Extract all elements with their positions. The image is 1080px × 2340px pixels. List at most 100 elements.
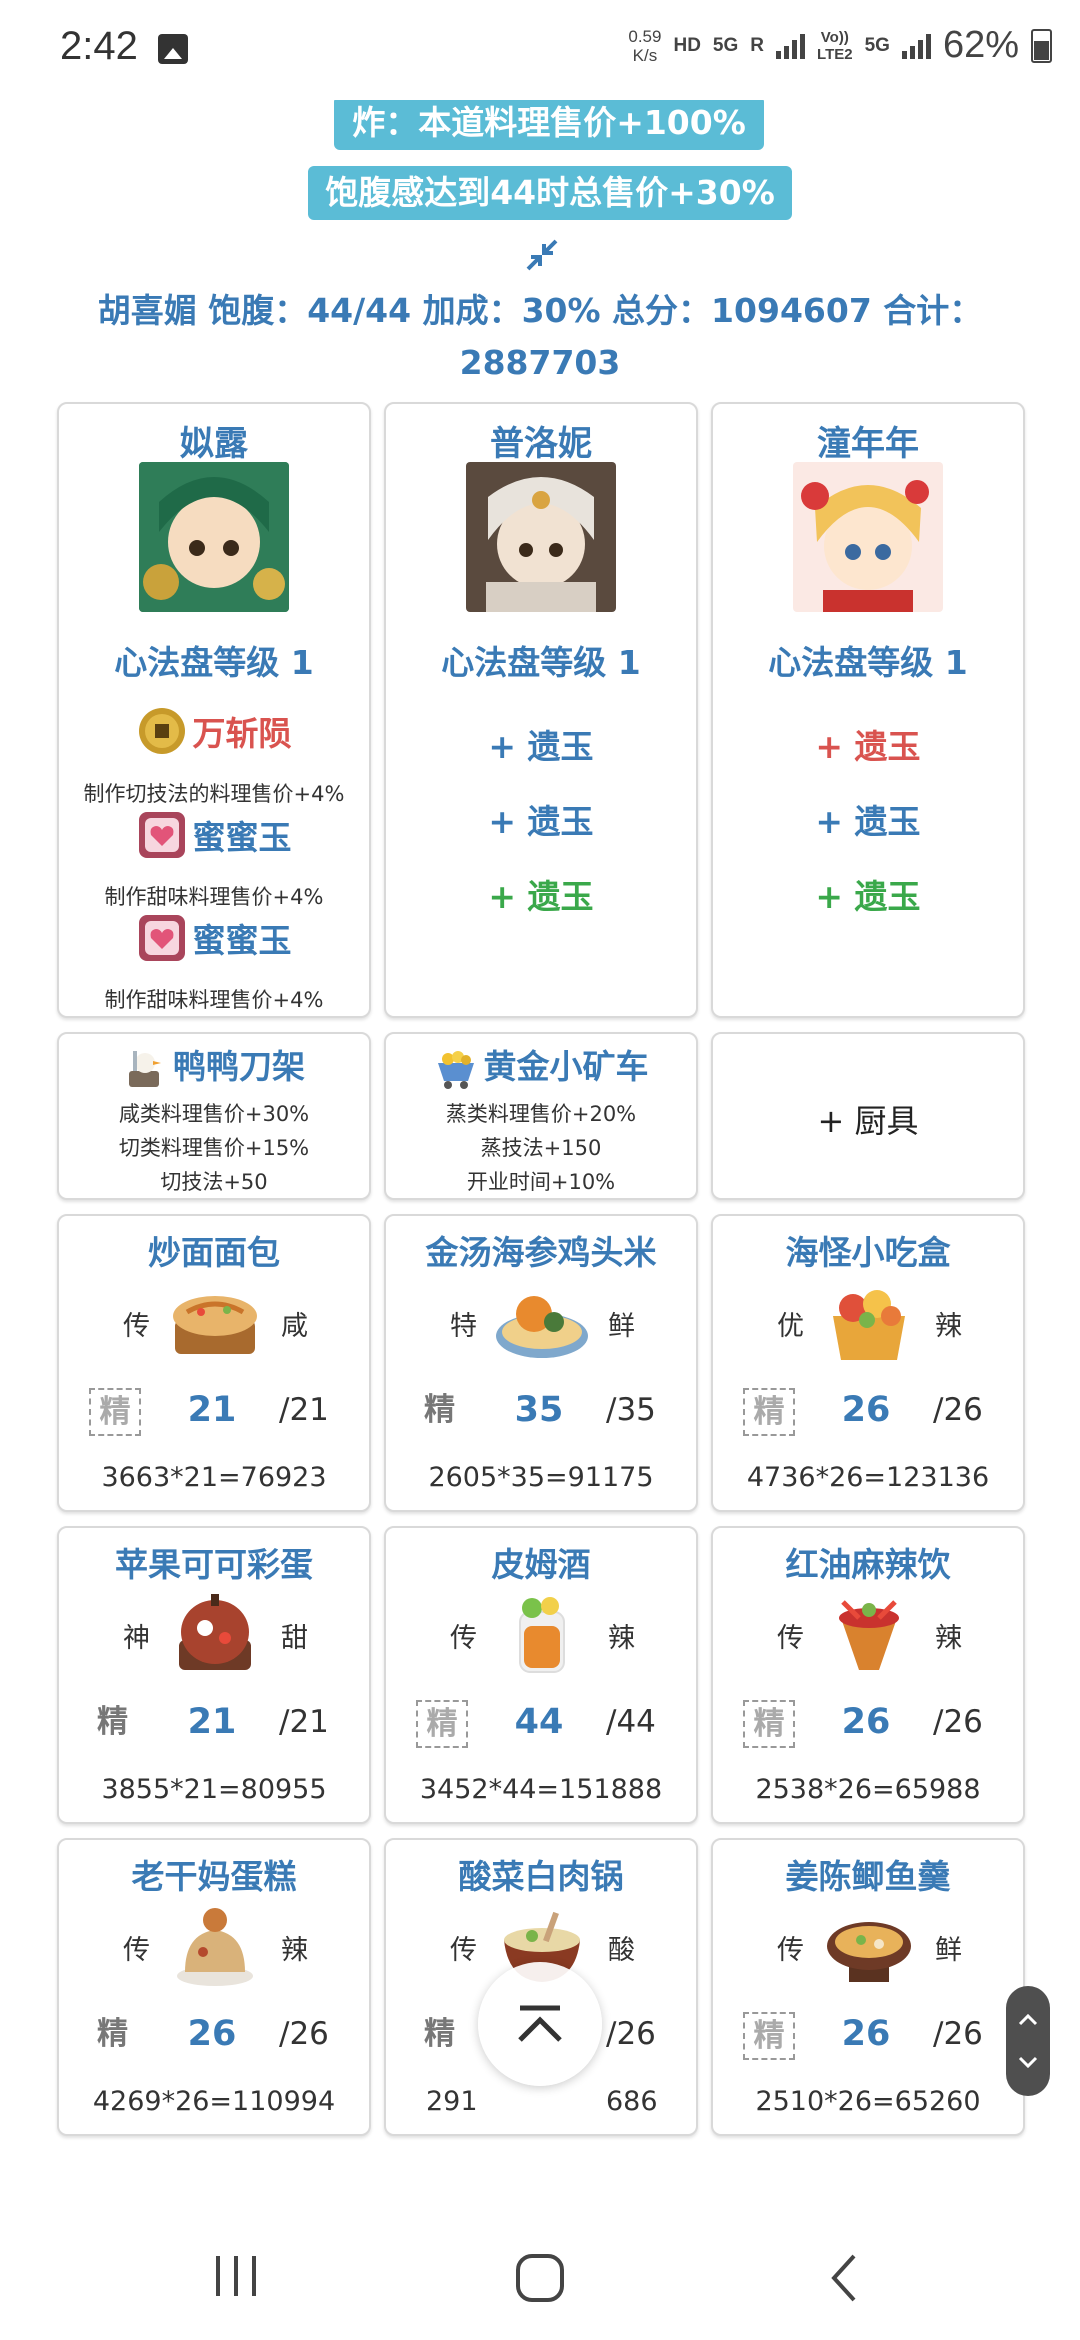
signal-icon-2 <box>901 33 931 59</box>
rank-toggle[interactable]: 精 <box>743 1388 795 1436</box>
rank-toggle[interactable]: 精 <box>424 2012 455 2056</box>
dish-name: 姜陈鲫鱼羹 <box>785 1857 951 1896</box>
dish-calc: 4269*26=110994 <box>92 2086 336 2117</box>
dish-max: /26 <box>279 2016 329 2052</box>
jade-mimiyu[interactable]: 蜜蜜玉 <box>59 913 369 963</box>
back-icon[interactable] <box>826 2252 862 2304</box>
rank-toggle[interactable]: 精 <box>743 2012 795 2060</box>
5g-indicator: 5G <box>712 34 739 56</box>
dish-max: /26 <box>933 1704 983 1740</box>
chef-name: 普洛妮 <box>490 424 592 464</box>
dish-name: 海怪小吃盒 <box>785 1233 951 1272</box>
dish-icon <box>839 1600 899 1670</box>
jade-mimiyu[interactable]: 蜜蜜玉 <box>59 810 369 860</box>
home-icon[interactable] <box>514 2252 566 2304</box>
dish-icon <box>496 1296 588 1358</box>
add-tool-button[interactable]: + 厨具 <box>713 1096 1023 1142</box>
scroll-down-icon[interactable] <box>1018 2056 1038 2069</box>
dish-count[interactable]: 21 <box>167 1384 257 1436</box>
tool-card[interactable]: 黄金小矿车 蒸类料理售价+20% 蒸技法+150 开业时间+10% <box>384 1032 698 1200</box>
signal-icon <box>776 33 806 59</box>
add-tool-card[interactable]: + 厨具 <box>711 1032 1025 1200</box>
dish-rarity: 传 <box>777 1623 804 1654</box>
chef-card[interactable]: 潼年年 心法盘等级 1 + 遗玉 + 遗玉 + 遗玉 <box>711 402 1025 1018</box>
gold-minecart-icon <box>437 1050 474 1089</box>
dish-max: /26 <box>933 2016 983 2052</box>
add-jade-slot-2[interactable]: + 遗玉 <box>386 795 696 843</box>
dish-card[interactable]: 炒面面包 传 咸 精 21 /21 3663*21=76923 <box>57 1214 371 1512</box>
tool-card[interactable]: 鸭鸭刀架 咸类料理售价+30% 切类料理售价+15% 切技法+50 <box>57 1032 371 1200</box>
dish-name: 皮姆酒 <box>491 1545 591 1584</box>
dish-name: 红油麻辣饮 <box>785 1545 951 1584</box>
chef-avatar <box>793 462 943 612</box>
dish-count[interactable]: 26 <box>821 1384 911 1436</box>
jade-description: 制作甜味料理售价+4% <box>104 988 324 1012</box>
chef-card[interactable]: 姒露 心法盘等级 1 万斩陨 制作切技法的料理售价+4% 蜜蜜玉 制作甜味料理售… <box>57 402 371 1018</box>
dish-rarity: 传 <box>450 1623 477 1654</box>
jade-wanzhanyun[interactable]: 万斩陨 <box>59 706 369 756</box>
tool-effect: 蒸类料理售价+20% <box>445 1102 637 1126</box>
rank-toggle[interactable]: 精 <box>97 1700 128 1744</box>
dish-max: /26 <box>933 1392 983 1428</box>
status-bar: 2:42 0.59 K/s HD 5G R Vo)) LTE2 5G 62% <box>0 0 1080 100</box>
dish-count[interactable]: 44 <box>494 1696 584 1748</box>
rank-toggle[interactable]: 精 <box>743 1700 795 1748</box>
dish-card[interactable]: 老干妈蛋糕 传 辣 精 26 /26 4269*26=110994 <box>57 1838 371 2136</box>
chef-avatar <box>466 462 616 612</box>
tool-effect: 切技法+50 <box>160 1170 268 1194</box>
roaming-indicator: R <box>750 34 765 56</box>
add-jade-slot-1[interactable]: + 遗玉 <box>386 720 696 768</box>
rank-toggle[interactable]: 精 <box>416 1700 468 1748</box>
dish-count[interactable]: 26 <box>821 1696 911 1748</box>
chef-level: 心法盘等级 1 <box>441 643 641 682</box>
dish-count[interactable]: 21 <box>167 1696 257 1748</box>
dish-name: 炒面面包 <box>148 1233 280 1272</box>
chef-name: 潼年年 <box>817 424 919 464</box>
coin-jade-icon <box>138 708 185 754</box>
rank-toggle[interactable]: 精 <box>89 1388 141 1436</box>
dish-count[interactable]: 35 <box>494 1384 584 1436</box>
dish-calc: 2605*35=91175 <box>428 1462 654 1493</box>
rank-toggle[interactable]: 精 <box>424 1388 455 1432</box>
scroll-up-icon[interactable] <box>1018 2013 1038 2026</box>
dish-count[interactable]: 26 <box>167 2008 257 2060</box>
dish-icon <box>827 1922 911 1982</box>
dish-card[interactable]: 姜陈鲫鱼羹 传 鲜 精 26 /26 2510*26=65260 <box>711 1838 1025 2136</box>
dish-max: /44 <box>606 1704 656 1740</box>
add-jade-slot-3[interactable]: + 遗玉 <box>713 870 1023 918</box>
dish-calc: 2538*26=65988 <box>755 1774 981 1805</box>
jade-description: 制作切技法的料理售价+4% <box>83 782 345 806</box>
dish-calc-right: 686 <box>606 2086 658 2117</box>
recent-apps-icon[interactable] <box>210 2252 262 2300</box>
dish-flavor: 辣 <box>608 1623 635 1654</box>
dish-calc: 3452*44=151888 <box>419 1774 663 1805</box>
add-jade-slot-2[interactable]: + 遗玉 <box>713 795 1023 843</box>
add-jade-slot-3[interactable]: + 遗玉 <box>386 870 696 918</box>
dish-card[interactable]: 红油麻辣饮 传 辣 精 26 /26 2538*26=65988 <box>711 1526 1025 1824</box>
rank-toggle[interactable]: 精 <box>97 2012 128 2056</box>
duck-knife-rack-icon <box>129 1050 161 1087</box>
dish-card[interactable]: 皮姆酒 传 辣 精 44 /44 3452*44=151888 <box>384 1526 698 1824</box>
page-scroll-control[interactable] <box>1006 1986 1050 2096</box>
chef-card[interactable]: 普洛妮 心法盘等级 1 + 遗玉 + 遗玉 + 遗玉 <box>384 402 698 1018</box>
tool-effect: 咸类料理售价+30% <box>118 1102 310 1126</box>
dish-rarity: 优 <box>777 1311 804 1342</box>
dish-rarity: 传 <box>777 1935 804 1966</box>
add-jade-slot-1[interactable]: + 遗玉 <box>713 720 1023 768</box>
tool-effect: 切类料理售价+15% <box>118 1136 310 1160</box>
tool-name: 鸭鸭刀架 <box>173 1047 305 1086</box>
collapse-icon[interactable] <box>525 238 559 272</box>
dish-icon <box>173 1296 257 1354</box>
dish-card[interactable]: 金汤海参鸡头米 特 鲜 精 35 /35 2605*35=91175 <box>384 1214 698 1512</box>
tool-title: 黄金小矿车 <box>386 1040 696 1091</box>
dish-card[interactable]: 苹果可可彩蛋 神 甜 精 21 /21 3855*21=80955 <box>57 1526 371 1824</box>
tool-effect: 开业时间+10% <box>466 1170 616 1194</box>
scroll-to-top-button[interactable] <box>478 1962 602 2086</box>
dish-flavor: 鲜 <box>608 1311 635 1342</box>
volte-indicator: Vo)) LTE2 <box>817 28 853 63</box>
dish-count[interactable]: 26 <box>821 2008 911 2060</box>
dish-rarity: 传 <box>123 1935 150 1966</box>
dish-flavor: 甜 <box>281 1623 308 1654</box>
dish-card[interactable]: 海怪小吃盒 优 辣 精 26 /26 4736*26=123136 <box>711 1214 1025 1512</box>
dish-rarity: 神 <box>123 1623 150 1654</box>
